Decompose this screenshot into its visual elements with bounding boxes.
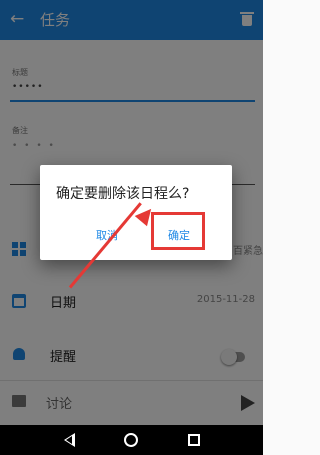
nav-home-icon[interactable] [124, 433, 138, 447]
nav-recent-icon[interactable] [188, 434, 200, 446]
nav-back-icon[interactable] [64, 433, 75, 447]
dialog-message: 确定要删除该日程么? [56, 186, 190, 202]
system-nav-bar [0, 425, 263, 455]
highlight-box [151, 212, 205, 250]
